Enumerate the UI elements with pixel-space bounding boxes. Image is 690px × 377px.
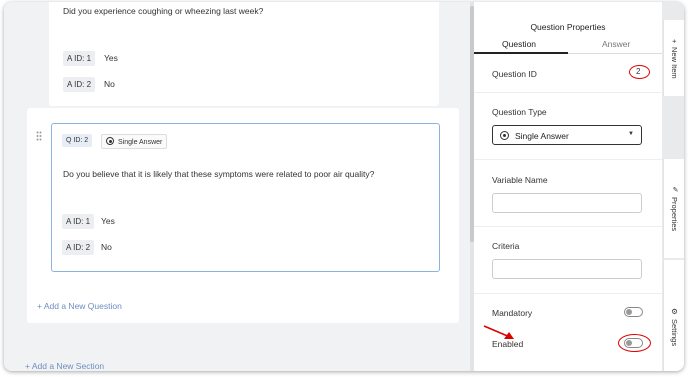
- mandatory-label: Mandatory: [492, 308, 533, 318]
- question-text: Did you experience coughing or wheezing …: [63, 6, 264, 16]
- question-text: Do you believe that it is likely that th…: [63, 169, 375, 179]
- question-type-badge: Single Answer: [101, 134, 168, 149]
- variable-name-input[interactable]: [492, 193, 642, 213]
- divider: [474, 159, 662, 160]
- annotation-circle: [629, 65, 650, 79]
- criteria-label: Criteria: [492, 241, 520, 251]
- divider: [474, 226, 662, 227]
- answer-id-badge: A ID: 1: [63, 51, 96, 66]
- tab-answer[interactable]: Answer: [602, 39, 630, 49]
- drag-handle-icon[interactable]: [36, 131, 44, 141]
- active-tab-indicator: [474, 52, 568, 54]
- pin-icon: ✎: [671, 186, 679, 195]
- panel-title: Question Properties: [530, 22, 606, 32]
- answer-id-badge: A ID: 2: [63, 77, 96, 92]
- tab-question[interactable]: Question: [502, 39, 536, 49]
- mandatory-toggle[interactable]: [624, 307, 643, 317]
- variable-name-label: Variable Name: [492, 175, 548, 185]
- answer-id-badge: A ID: 1: [62, 214, 95, 229]
- side-tab-properties[interactable]: ✎ Properties: [663, 159, 684, 258]
- question-type-label: Question Type: [492, 107, 547, 117]
- side-tab-label: Settings: [670, 319, 679, 347]
- answer-text: Yes: [101, 216, 115, 226]
- caret-down-icon: ▼: [628, 131, 634, 137]
- side-tab-label: Properties: [670, 197, 679, 232]
- side-tab-new-item[interactable]: + New Item: [663, 20, 684, 96]
- gear-icon: ⚙: [670, 307, 679, 317]
- answer-text: Yes: [104, 53, 118, 63]
- properties-panel: Question Properties Question Answer Ques…: [474, 2, 662, 371]
- criteria-input[interactable]: [492, 259, 642, 279]
- annotation-arrow-icon: [483, 325, 514, 339]
- side-tab-settings[interactable]: ⚙ Settings: [663, 260, 684, 371]
- question-type-label: Single Answer: [118, 139, 163, 146]
- divider: [474, 293, 662, 294]
- question-type-select[interactable]: Single Answer ▼: [492, 125, 642, 145]
- tab-divider: [568, 53, 662, 54]
- answer-id-badge: A ID: 2: [62, 240, 95, 255]
- answer-text: No: [104, 79, 115, 89]
- question-card-1[interactable]: Did you experience coughing or wheezing …: [49, 2, 439, 106]
- radio-icon: [500, 131, 509, 140]
- question-type-value: Single Answer: [515, 131, 569, 141]
- annotation-circle: [618, 334, 651, 352]
- divider: [474, 92, 662, 93]
- add-question-link[interactable]: + Add a New Question: [37, 301, 122, 311]
- radio-icon: [106, 137, 114, 145]
- question-id-label: Question ID: [492, 69, 537, 79]
- add-section-link[interactable]: + Add a New Section: [25, 361, 104, 371]
- plus-icon: +: [670, 39, 679, 44]
- app-window: Did you experience coughing or wheezing …: [4, 2, 684, 371]
- side-tab-label: New Item: [670, 46, 679, 79]
- answer-text: No: [101, 242, 112, 252]
- question-id-badge: Q ID: 2: [62, 134, 93, 147]
- survey-editor: Did you experience coughing or wheezing …: [4, 2, 470, 371]
